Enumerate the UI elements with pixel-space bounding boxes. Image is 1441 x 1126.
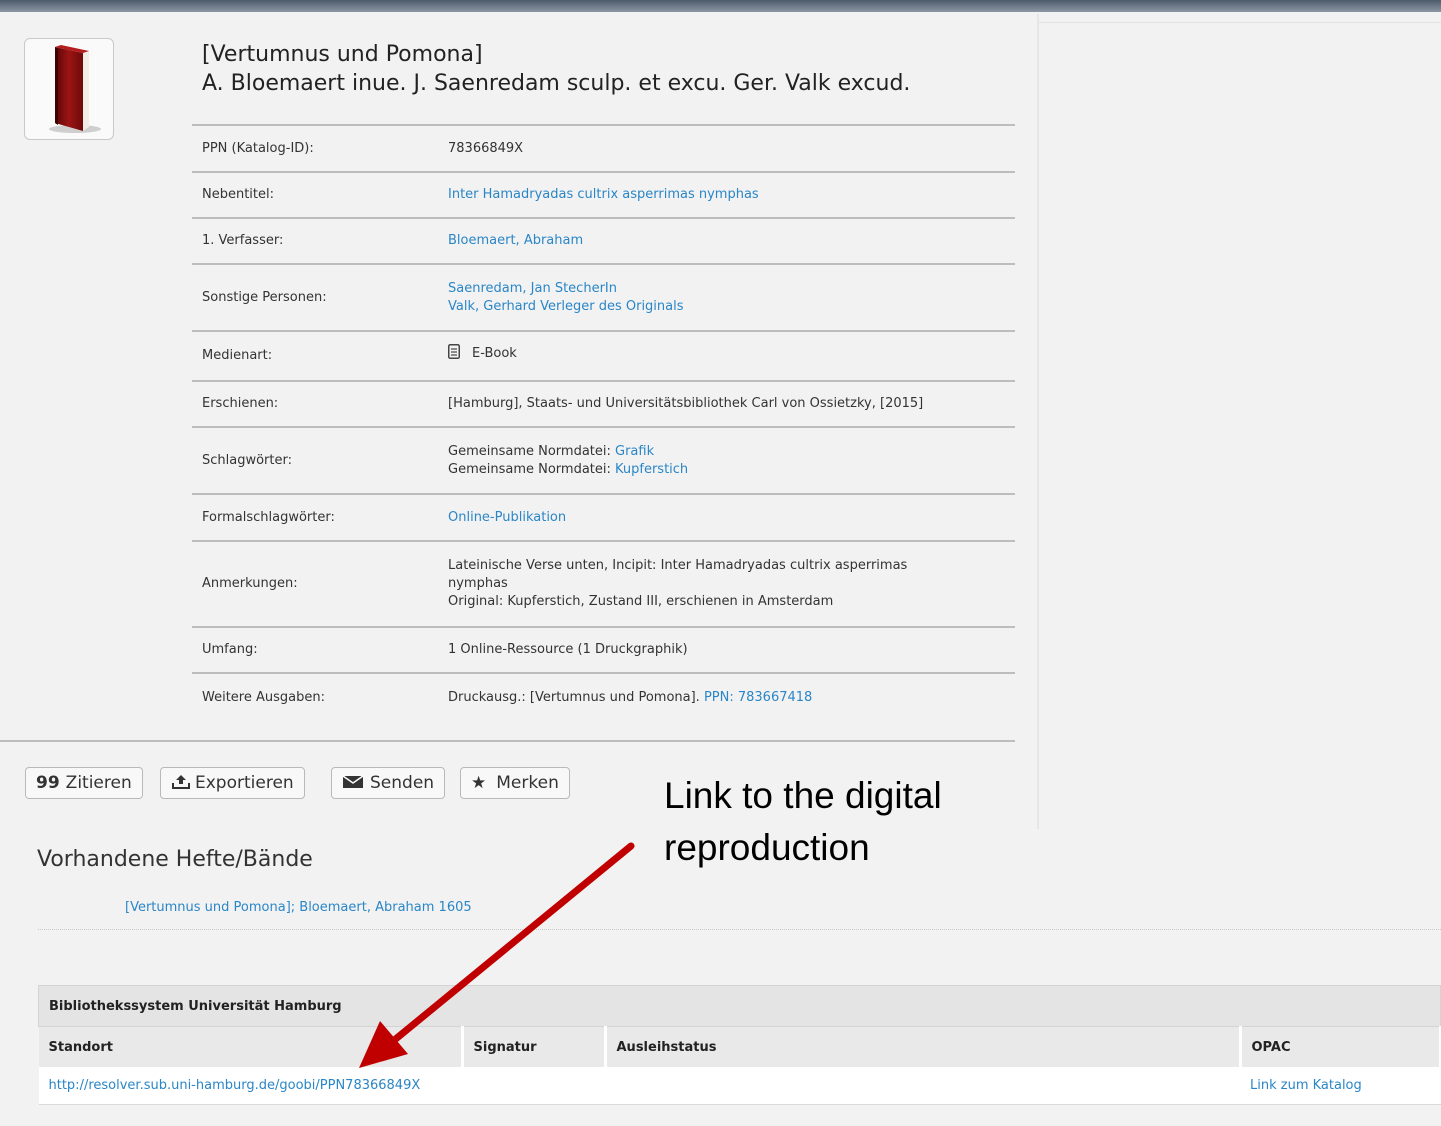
detail-row-personen: Sonstige Personen: Saenredam, Jan Steche… bbox=[192, 263, 1015, 331]
detail-row-schlagwoerter: Schlagwörter: Gemeinsame Normdatei: Graf… bbox=[192, 426, 1015, 494]
person-link-valk[interactable]: Valk, Gerhard Verleger des Originals bbox=[448, 298, 1005, 316]
record-details-table: PPN (Katalog-ID): 78366849X Nebentitel: … bbox=[192, 124, 1015, 721]
detail-value-umfang: 1 Online-Ressource (1 Druckgraphik) bbox=[438, 626, 1015, 673]
detail-label: Erschienen: bbox=[192, 380, 438, 427]
subject-link-kupferstich[interactable]: Kupferstich bbox=[615, 462, 688, 477]
detail-row-medienart: Medienart: E-Book bbox=[192, 330, 1015, 381]
person-link-saenredam[interactable]: Saenredam, Jan StecherIn bbox=[448, 280, 1005, 298]
section-divider bbox=[0, 740, 1015, 742]
volume-item-link[interactable]: [Vertumnus und Pomona]; Bloemaert, Abrah… bbox=[125, 900, 472, 915]
holdings-header-row: Standort Signatur Ausleihstatus OPAC bbox=[38, 1026, 1441, 1067]
title-main: [Vertumnus und Pomona] bbox=[202, 42, 483, 67]
signatur-cell bbox=[462, 1067, 605, 1105]
library-system-name: Bibliothekssystem Universität Hamburg bbox=[38, 985, 1441, 1027]
detail-label: Anmerkungen: bbox=[192, 540, 438, 627]
column-header-ausleihstatus: Ausleihstatus bbox=[605, 1026, 1242, 1067]
detail-row-verfasser: 1. Verfasser: Bloemaert, Abraham bbox=[192, 217, 1015, 264]
form-subject-link[interactable]: Online-Publikation bbox=[448, 510, 566, 525]
author-link[interactable]: Bloemaert, Abraham bbox=[448, 233, 583, 248]
detail-label: Formalschlagwörter: bbox=[192, 493, 438, 541]
subject-link-grafik[interactable]: Grafik bbox=[615, 444, 654, 459]
note-line: Original: Kupferstich, Zustand III, ersc… bbox=[448, 594, 834, 609]
detail-value-ppn: 78366849X bbox=[438, 124, 1015, 172]
volumes-heading: Vorhandene Hefte/Bände bbox=[37, 847, 313, 872]
other-edition-text: Druckausg.: [Vertumnus und Pomona]. bbox=[448, 689, 704, 705]
annotation-callout: Link to the digital reproduction bbox=[664, 770, 942, 874]
annotation-line: reproduction bbox=[664, 827, 870, 868]
detail-row-ausgaben: Weitere Ausgaben: Druckausg.: [Vertumnus… bbox=[192, 672, 1015, 721]
upload-icon bbox=[172, 775, 190, 789]
ebook-icon bbox=[448, 344, 460, 359]
subject-prefix: Gemeinsame Normdatei: bbox=[448, 443, 616, 459]
nebentitel-link[interactable]: Inter Hamadryadas cultrix asperrimas nym… bbox=[448, 187, 759, 202]
detail-row-umfang: Umfang: 1 Online-Ressource (1 Druckgraph… bbox=[192, 626, 1015, 673]
detail-label: Umfang: bbox=[192, 626, 438, 673]
book-icon bbox=[49, 45, 101, 133]
column-header-opac: OPAC bbox=[1240, 1026, 1441, 1067]
ausleihstatus-cell bbox=[605, 1067, 1240, 1105]
export-button-label: Exportieren bbox=[195, 773, 294, 793]
bookmark-button[interactable]: ★ Merken bbox=[460, 767, 570, 799]
dotted-divider bbox=[38, 929, 1441, 930]
record-title: [Vertumnus und Pomona] A. Bloemaert inue… bbox=[202, 40, 910, 98]
detail-label: Medienart: bbox=[192, 330, 438, 381]
detail-row-erschienen: Erschienen: [Hamburg], Staats- und Unive… bbox=[192, 380, 1015, 427]
book-cover-thumbnail bbox=[24, 38, 114, 140]
send-button[interactable]: Senden bbox=[331, 767, 446, 799]
detail-label: Nebentitel: bbox=[192, 171, 438, 218]
other-edition-ppn-link[interactable]: PPN: 783667418 bbox=[704, 690, 812, 705]
detail-row-formal: Formalschlagwörter: Online-Publikation bbox=[192, 493, 1015, 541]
detail-label: Schlagwörter: bbox=[192, 426, 438, 494]
cite-button[interactable]: 99 Zitieren bbox=[25, 767, 143, 799]
subject-line-2: Gemeinsame Normdatei: Kupferstich bbox=[448, 461, 1005, 479]
detail-row-ppn: PPN (Katalog-ID): 78366849X bbox=[192, 124, 1015, 172]
column-header-signatur: Signatur bbox=[462, 1026, 607, 1067]
envelope-icon bbox=[342, 775, 364, 788]
note-line: nymphas bbox=[448, 576, 508, 591]
export-button[interactable]: Exportieren bbox=[160, 767, 305, 799]
annotation-line: Link to the digital bbox=[664, 775, 942, 816]
detail-label: PPN (Katalog-ID): bbox=[192, 124, 438, 172]
column-header-standort: Standort bbox=[38, 1026, 464, 1067]
star-icon: ★ bbox=[471, 773, 487, 793]
sidebar-divider bbox=[1039, 22, 1441, 23]
table-row: http://resolver.sub.uni-hamburg.de/goobi… bbox=[38, 1067, 1441, 1105]
detail-label: 1. Verfasser: bbox=[192, 217, 438, 264]
subject-line-1: Gemeinsame Normdatei: Grafik bbox=[448, 443, 1005, 461]
quote-icon: 99 bbox=[36, 773, 60, 793]
detail-label: Weitere Ausgaben: bbox=[192, 672, 438, 721]
detail-row-anmerkungen: Anmerkungen: Lateinische Verse unten, In… bbox=[192, 540, 1015, 627]
subject-prefix: Gemeinsame Normdatei: bbox=[448, 461, 616, 477]
title-responsibility: A. Bloemaert inue. J. Saenredam sculp. e… bbox=[202, 71, 911, 96]
holdings-system-row: Bibliothekssystem Universität Hamburg bbox=[38, 985, 1441, 1027]
holdings-table: Bibliothekssystem Universität Hamburg St… bbox=[38, 985, 1441, 1105]
catalog-link[interactable]: Link zum Katalog bbox=[1250, 1078, 1362, 1093]
digital-reproduction-link[interactable]: http://resolver.sub.uni-hamburg.de/goobi… bbox=[49, 1078, 421, 1093]
right-sidebar bbox=[1037, 14, 1441, 829]
note-line: Lateinische Verse unten, Incipit: Inter … bbox=[448, 558, 908, 573]
top-banner-strip bbox=[0, 0, 1441, 12]
cite-button-label: Zitieren bbox=[65, 773, 132, 793]
send-button-label: Senden bbox=[370, 773, 435, 793]
bookmark-button-label: Merken bbox=[496, 773, 559, 793]
detail-row-nebentitel: Nebentitel: Inter Hamadryadas cultrix as… bbox=[192, 171, 1015, 218]
detail-value-medienart: E-Book bbox=[472, 346, 517, 361]
detail-value-erschienen: [Hamburg], Staats- und Universitätsbibli… bbox=[438, 380, 1015, 427]
detail-label: Sonstige Personen: bbox=[192, 263, 438, 331]
